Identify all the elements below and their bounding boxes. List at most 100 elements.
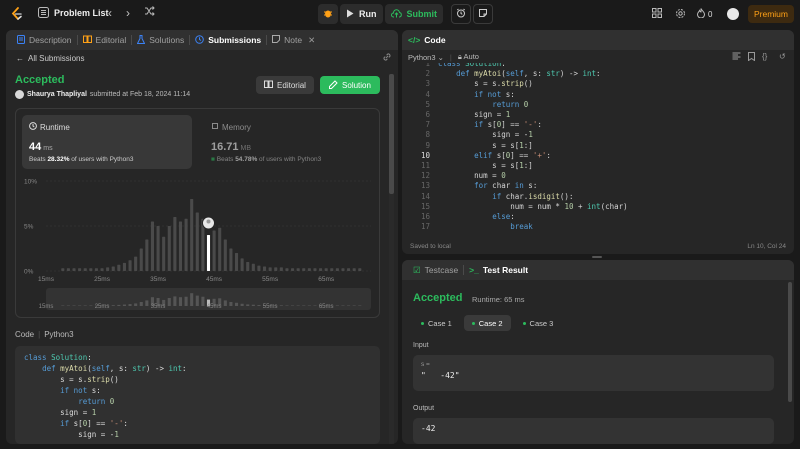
beats-suffix: of users with Python3: [71, 156, 134, 163]
runtime-card[interactable]: Runtime 44 ms Beats 28.32% of users with …: [22, 115, 192, 169]
debug-button[interactable]: [318, 4, 338, 24]
bar: [134, 256, 138, 271]
x-tick-label: 35ms: [150, 276, 167, 283]
bar: [262, 266, 267, 271]
bar: [83, 268, 87, 271]
line-number: 12: [420, 171, 430, 181]
runtime-distribution-chart[interactable]: 0% 5% 10% 15ms 25ms 35ms 45ms 55ms 65ms 15ms 25ms 3…: [16, 169, 381, 319]
premium-button[interactable]: Premium: [748, 5, 794, 23]
brush-bar: [240, 303, 244, 306]
code-panel: </> Code Python3 ⌄ | 🔒︎ Auto {} ↺ 1 class…: [402, 30, 794, 254]
memory-card[interactable]: Memory 16.71 MB ■ Beats 54.78% of users w…: [204, 115, 374, 169]
tab-note[interactable]: Note ✕: [267, 30, 320, 50]
reset-icon[interactable]: ↺: [779, 52, 786, 61]
brush-tick-label: 35ms: [151, 304, 166, 310]
problem-list-icon[interactable]: [38, 7, 49, 18]
solution-label: Solution: [342, 80, 371, 90]
bar: [285, 268, 289, 271]
case-tab-2[interactable]: Case 2: [463, 315, 511, 331]
brush-bar: [223, 300, 227, 306]
code-line: else:: [492, 212, 515, 221]
bar: [358, 268, 362, 271]
panel-resize-handle[interactable]: [592, 256, 602, 258]
pass-dot: [421, 321, 424, 325]
output-box[interactable]: -42: [413, 418, 774, 444]
case-tab-1[interactable]: Case 1: [413, 315, 460, 331]
tab-label: Test Result: [482, 265, 529, 275]
problem-list-link[interactable]: Problem List: [54, 8, 109, 18]
scrollbar[interactable]: [788, 282, 792, 442]
language-select[interactable]: Python3 ⌄: [408, 53, 444, 62]
runtime-label-text: Runtime: [40, 122, 70, 132]
bar: [296, 268, 300, 271]
chevron-left-icon[interactable]: ‹: [108, 6, 112, 20]
bar: [319, 268, 323, 271]
back-label: All Submissions: [28, 54, 85, 63]
tab-description[interactable]: Description: [12, 30, 77, 50]
bug-icon: [323, 8, 333, 20]
bar: [178, 221, 183, 271]
tab-test-result[interactable]: >_ Test Result: [464, 260, 533, 280]
notes-button[interactable]: [473, 4, 493, 24]
bar: [122, 262, 126, 271]
scroll-thumb[interactable]: [788, 282, 792, 402]
timer-button[interactable]: [451, 4, 471, 24]
beats-prefix: Beats: [29, 156, 46, 163]
tab-solutions[interactable]: Solutions: [132, 30, 189, 50]
link-icon[interactable]: [382, 52, 392, 64]
editorial-button[interactable]: Editorial: [256, 76, 314, 94]
x-tick-label: 55ms: [262, 276, 279, 283]
auto-mode-toggle[interactable]: 🔒︎ Auto: [458, 52, 479, 62]
code-line: if not s:: [60, 386, 101, 395]
chevron-right-icon[interactable]: ›: [126, 6, 130, 20]
bar: [234, 253, 239, 271]
grid-layout-icon[interactable]: [652, 8, 662, 21]
leaf-icon: ■: [211, 156, 215, 163]
avatar: [15, 90, 24, 99]
x-tick-label: 65ms: [318, 276, 335, 283]
tab-editorial[interactable]: Editorial: [78, 30, 132, 50]
tab-testcase[interactable]: ☑ Testcase: [408, 260, 463, 280]
all-submissions-link[interactable]: ← All Submissions: [16, 54, 84, 63]
line-number: 4: [425, 89, 430, 99]
user-name[interactable]: Shaurya Thapliyal: [27, 91, 87, 98]
line-number: 11: [420, 161, 430, 170]
brush-bar: [145, 300, 149, 306]
brush-bar: [128, 304, 132, 306]
bar: [352, 268, 356, 271]
case-tab-3[interactable]: Case 3: [515, 315, 562, 331]
shuffle-icon[interactable]: [144, 6, 155, 16]
solution-button[interactable]: Solution: [320, 76, 380, 94]
leetcode-logo-icon[interactable]: [10, 7, 24, 21]
bar: [89, 268, 93, 271]
brush-tick-label: 25ms: [95, 304, 110, 310]
run-button[interactable]: Run: [340, 4, 383, 24]
pass-dot: [522, 321, 526, 325]
bar: [223, 239, 227, 271]
brush-tick-label: 55ms: [263, 304, 278, 310]
submit-button[interactable]: Submit: [384, 4, 443, 24]
test-tab-bar: ☑ Testcase >_ Test Result: [402, 260, 794, 280]
submitted-code[interactable]: class Solution: def myAtoi(self, s: str)…: [15, 346, 380, 444]
close-icon[interactable]: ✕: [308, 35, 315, 46]
user-avatar[interactable]: [727, 8, 739, 20]
bookmark-icon[interactable]: [748, 52, 755, 63]
streak-counter[interactable]: 0: [696, 8, 712, 21]
code-line: elif s[0] == '+':: [474, 150, 551, 160]
code-editor[interactable]: 1 class Solution: 2 def myAtoi(self, s: st…: [402, 63, 794, 239]
checkbox-icon: ☑: [413, 264, 421, 275]
bar: [212, 230, 216, 271]
format-icon[interactable]: [732, 52, 741, 62]
tab-submissions[interactable]: Submissions: [190, 30, 266, 50]
input-label: Input: [413, 342, 429, 349]
output-value: -42: [421, 424, 436, 433]
scrollbar[interactable]: [389, 74, 394, 444]
brush-bar: [190, 293, 194, 306]
braces-icon[interactable]: {}: [762, 52, 767, 61]
run-controls: Run Submit: [318, 4, 493, 24]
code-section-header: Code | Python3: [15, 330, 74, 339]
input-box[interactable]: s = " -42": [413, 355, 774, 391]
scroll-thumb[interactable]: [389, 74, 394, 194]
code-lang: Python3: [44, 330, 74, 339]
gear-icon[interactable]: [675, 8, 686, 22]
